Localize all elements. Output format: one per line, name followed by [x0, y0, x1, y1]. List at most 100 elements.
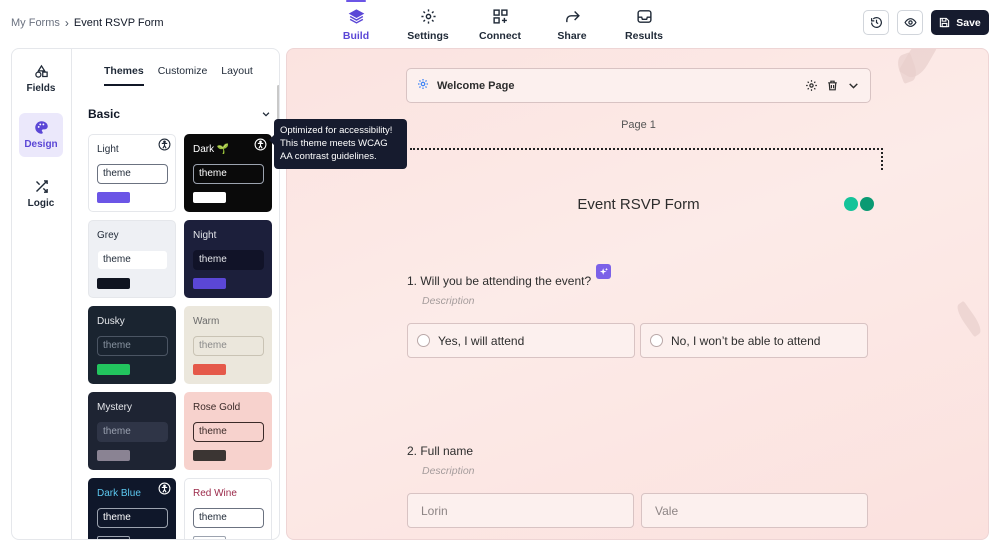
- theme-name: Red Wine: [193, 488, 237, 499]
- rail-design-label: Design: [24, 139, 58, 150]
- theme-card-light[interactable]: Light theme: [88, 134, 176, 212]
- save-icon: [940, 17, 950, 28]
- theme-button-swatch: [97, 278, 130, 289]
- rail-item-fields[interactable]: Fields: [19, 57, 63, 101]
- eye-icon: [903, 18, 917, 27]
- subtab-layout[interactable]: Layout: [221, 65, 253, 86]
- theme-input-preview: theme: [97, 422, 168, 442]
- theme-button-swatch: [193, 364, 226, 375]
- radio-circle[interactable]: [417, 334, 430, 347]
- subtab-customize[interactable]: Customize: [158, 65, 208, 86]
- welcome-page-bar[interactable]: Welcome Page: [406, 68, 871, 103]
- accessibility-icon[interactable]: [158, 138, 171, 151]
- trash-icon[interactable]: [826, 79, 839, 92]
- theme-card-mystery[interactable]: Mystery theme: [88, 392, 176, 470]
- share-arrow-icon: [565, 11, 580, 23]
- theme-card-grey[interactable]: Grey theme: [88, 220, 176, 298]
- subtab-themes[interactable]: Themes: [104, 65, 144, 86]
- theme-name: Grey: [97, 230, 119, 241]
- theme-name: Dusky: [97, 316, 125, 327]
- accessibility-icon[interactable]: [158, 482, 171, 495]
- grid-plus-icon: [492, 9, 508, 24]
- grammarly-widget[interactable]: [844, 197, 874, 211]
- preview-button[interactable]: [897, 10, 923, 35]
- tab-results[interactable]: Results: [608, 0, 680, 42]
- tab-connect-label: Connect: [479, 30, 521, 42]
- theme-name: Light: [97, 144, 119, 155]
- breadcrumb: My Forms › Event RSVP Form: [11, 16, 164, 30]
- welcome-gear-icon: [417, 78, 429, 93]
- gear-icon[interactable]: [805, 79, 818, 92]
- theme-name: Dark 🌱: [193, 144, 230, 155]
- chevron-down-icon: [262, 112, 270, 117]
- tab-settings[interactable]: Settings: [392, 0, 464, 42]
- section-basic-header[interactable]: Basic: [88, 107, 271, 121]
- side-rail: Fields Design Logic: [12, 49, 72, 539]
- theme-button-swatch: [193, 450, 226, 461]
- rail-item-design[interactable]: Design: [19, 113, 63, 157]
- question-2-label[interactable]: 2. Full name: [407, 444, 473, 458]
- theme-button-swatch: [193, 278, 226, 289]
- breadcrumb-separator: ›: [64, 16, 69, 30]
- theme-card-rose-gold[interactable]: Rose Gold theme: [184, 392, 272, 470]
- save-button[interactable]: Save: [931, 10, 989, 35]
- theme-name: Rose Gold: [193, 402, 241, 413]
- grammarly-bulb-icon: [844, 197, 858, 211]
- section-basic-title: Basic: [88, 107, 121, 121]
- accessibility-icon[interactable]: [254, 138, 267, 151]
- save-label: Save: [956, 16, 981, 29]
- option-yes-label: Yes, I will attend: [438, 333, 525, 348]
- theme-button-swatch: [97, 364, 130, 375]
- ai-sparkle-button[interactable]: [596, 264, 611, 279]
- theme-name: Mystery: [97, 402, 132, 413]
- theme-card-night[interactable]: Night theme: [184, 220, 272, 298]
- option-no[interactable]: No, I won’t be able to attend: [640, 323, 868, 358]
- theme-card-warm[interactable]: Warm theme: [184, 306, 272, 384]
- grammarly-g-icon: [860, 197, 874, 211]
- theme-card-dark-blue[interactable]: Dark Blue theme: [88, 478, 176, 539]
- question-2-description[interactable]: Description: [422, 465, 475, 477]
- tab-share[interactable]: Share: [536, 0, 608, 42]
- tab-build[interactable]: Build: [320, 0, 392, 42]
- history-button[interactable]: [863, 10, 889, 35]
- theme-input-preview: theme: [97, 336, 168, 356]
- theme-card-dark[interactable]: Dark 🌱 theme: [184, 134, 272, 212]
- first-name-field[interactable]: Lorin: [407, 493, 634, 528]
- theme-input-preview: theme: [97, 508, 168, 528]
- theme-button-swatch: [97, 192, 130, 203]
- theme-input-preview: theme: [97, 250, 168, 270]
- sparkle-icon: [599, 267, 608, 275]
- tab-connect[interactable]: Connect: [464, 0, 536, 42]
- page-divider: [410, 148, 883, 170]
- theme-input-preview: theme: [193, 164, 264, 184]
- welcome-page-label: Welcome Page: [437, 79, 515, 92]
- question-1-description[interactable]: Description: [422, 295, 475, 307]
- theme-input-preview: theme: [97, 164, 168, 184]
- decor-petal: [953, 300, 985, 338]
- rail-item-logic[interactable]: Logic: [19, 172, 63, 216]
- accessibility-tooltip: Optimized for accessibility! This theme …: [269, 119, 407, 169]
- theme-card-dusky[interactable]: Dusky theme: [88, 306, 176, 384]
- tab-share-label: Share: [557, 30, 587, 42]
- welcome-actions: [805, 79, 860, 92]
- chevron-down-icon[interactable]: [847, 79, 860, 92]
- theme-button-swatch: [97, 450, 130, 461]
- last-name-field[interactable]: Vale: [641, 493, 868, 528]
- gear-icon: [420, 9, 436, 24]
- theme-card-red-wine[interactable]: Red Wine theme: [184, 478, 272, 539]
- question-1-label[interactable]: 1. Will you be attending the event?: [407, 274, 591, 288]
- theme-input-preview: theme: [193, 422, 264, 442]
- theme-name: Night: [193, 230, 217, 241]
- breadcrumb-current: Event RSVP Form: [73, 17, 164, 29]
- theme-input-preview: theme: [193, 336, 264, 356]
- theme-input-preview: theme: [193, 250, 264, 270]
- form-title[interactable]: Event RSVP Form: [287, 196, 988, 213]
- option-yes[interactable]: Yes, I will attend: [407, 323, 635, 358]
- top-actions: Save: [863, 10, 989, 35]
- top-bar: My Forms › Event RSVP Form Build Setting…: [0, 0, 1000, 46]
- theme-name: Warm: [193, 316, 220, 327]
- radio-circle[interactable]: [650, 334, 663, 347]
- rail-logic-label: Logic: [27, 198, 55, 209]
- theme-input-preview: theme: [193, 508, 264, 528]
- breadcrumb-root[interactable]: My Forms: [11, 17, 60, 29]
